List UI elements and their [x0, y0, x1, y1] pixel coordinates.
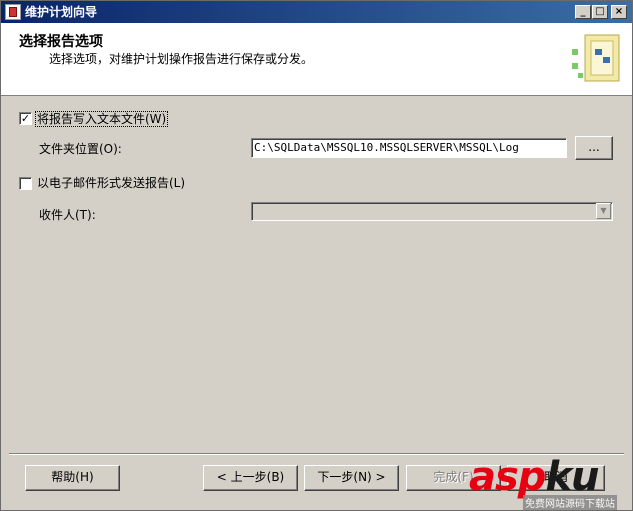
email-report-label[interactable]: 以电子邮件形式发送报告(L) [37, 176, 185, 190]
wizard-graphic-icon [572, 34, 620, 82]
write-to-file-label[interactable]: 将报告写入文本文件(W) [35, 111, 169, 127]
watermark-text: aspku [469, 454, 600, 500]
minimize-button[interactable]: _ [575, 5, 591, 19]
watermark-logo: aspku 免费网站源码下载站 [463, 453, 632, 510]
close-button[interactable]: × [611, 5, 627, 19]
write-to-file-checkbox[interactable]: ✓ [19, 112, 32, 125]
help-button[interactable]: 帮助(H) [25, 465, 120, 491]
next-button[interactable]: 下一步(N) > [304, 465, 399, 491]
page-subtitle: 选择选项，对维护计划操作报告进行保存或分发。 [49, 52, 314, 66]
back-button[interactable]: < 上一步(B) [203, 465, 298, 491]
recipient-dropdown[interactable] [251, 202, 613, 221]
email-report-checkbox[interactable] [19, 177, 32, 190]
browse-folder-button[interactable]: ... [575, 136, 613, 160]
app-icon [5, 4, 21, 20]
maximize-button[interactable]: □ [592, 5, 608, 19]
recipient-label: 收件人(T): [39, 208, 96, 222]
page-title: 选择报告选项 [19, 34, 103, 50]
folder-location-label: 文件夹位置(O): [39, 142, 122, 156]
chevron-down-icon[interactable]: ▼ [596, 203, 611, 219]
folder-location-input[interactable]: C:\SQLData\MSSQL10.MSSQLSERVER\MSSQL\Log [251, 138, 567, 158]
watermark-caption: 免费网站源码下载站 [523, 495, 617, 510]
wizard-header: 选择报告选项 选择选项，对维护计划操作报告进行保存或分发。 [1, 23, 632, 96]
wizard-window: 维护计划向导 _ □ × 选择报告选项 选择选项，对维护计划操作报告进行保存或分… [0, 0, 633, 511]
title-bar[interactable]: 维护计划向导 _ □ × [1, 1, 632, 23]
window-title: 维护计划向导 [25, 5, 98, 19]
